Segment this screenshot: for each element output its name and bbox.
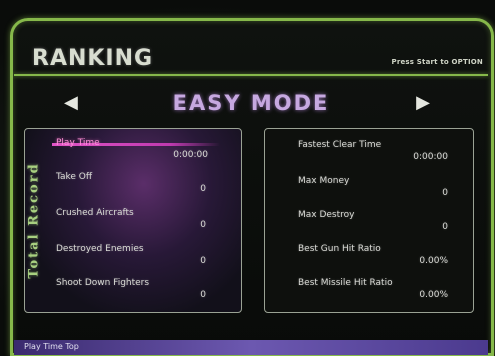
stat-label: Fastest Clear Time xyxy=(298,140,382,150)
section-label: Total Record xyxy=(26,134,42,306)
triangle-right-icon[interactable]: ▶ xyxy=(416,92,430,113)
page-title: RANKING xyxy=(32,46,154,71)
stat-fastest-clear-time[interactable]: Fastest Clear Time 0:00:00 xyxy=(298,140,448,166)
option-hint: Press Start to OPTION xyxy=(391,58,483,66)
stat-max-money[interactable]: Max Money 0 xyxy=(298,176,448,202)
stat-play-time[interactable]: Play Time 0:00:00 xyxy=(56,138,208,164)
stat-value: 0.00% xyxy=(419,290,448,300)
triangle-left-icon[interactable]: ◀ xyxy=(64,92,78,113)
stat-label: Best Gun Hit Ratio xyxy=(298,244,381,254)
stat-value: 0.00% xyxy=(419,256,448,266)
stat-take-off[interactable]: Take Off 0 xyxy=(56,172,206,198)
mode-selector: ◀ EASY MODE ▶ xyxy=(14,86,488,120)
stat-value: 0 xyxy=(200,290,206,300)
stat-best-gun-hit-ratio[interactable]: Best Gun Hit Ratio 0.00% xyxy=(298,244,448,270)
stat-label: Take Off xyxy=(56,172,93,182)
footer-text: Play Time Top xyxy=(24,342,79,351)
stat-value: 0 xyxy=(200,220,206,230)
stat-best-missile-hit-ratio[interactable]: Best Missile Hit Ratio 0.00% xyxy=(298,278,448,304)
stat-label: Play Time xyxy=(56,138,100,148)
footer-bar xyxy=(14,340,488,355)
mode-label: EASY MODE xyxy=(172,91,330,115)
stat-value: 0 xyxy=(442,222,448,232)
stat-value: 0 xyxy=(200,184,206,194)
stat-label: Best Missile Hit Ratio xyxy=(298,278,393,288)
stat-value: 0:00:00 xyxy=(413,152,448,162)
section-label-text: Total Record xyxy=(26,161,42,279)
stat-label: Max Money xyxy=(298,176,350,186)
stat-shoot-down-fighters[interactable]: Shoot Down Fighters 0 xyxy=(56,278,206,304)
stat-value: 0 xyxy=(442,188,448,198)
stat-value: 0:00:00 xyxy=(173,150,208,160)
header-divider xyxy=(14,74,488,76)
stat-label: Crushed Aircrafts xyxy=(56,208,134,218)
stat-value: 0 xyxy=(200,256,206,266)
stat-label: Shoot Down Fighters xyxy=(56,278,150,288)
stat-max-destroy[interactable]: Max Destroy 0 xyxy=(298,210,448,236)
stat-destroyed-enemies[interactable]: Destroyed Enemies 0 xyxy=(56,244,206,270)
stat-label: Max Destroy xyxy=(298,210,355,220)
game-screen: RANKING Press Start to OPTION ◀ EASY MOD… xyxy=(0,0,495,356)
stat-label: Destroyed Enemies xyxy=(56,244,144,254)
stat-crushed-aircrafts[interactable]: Crushed Aircrafts 0 xyxy=(56,208,206,234)
